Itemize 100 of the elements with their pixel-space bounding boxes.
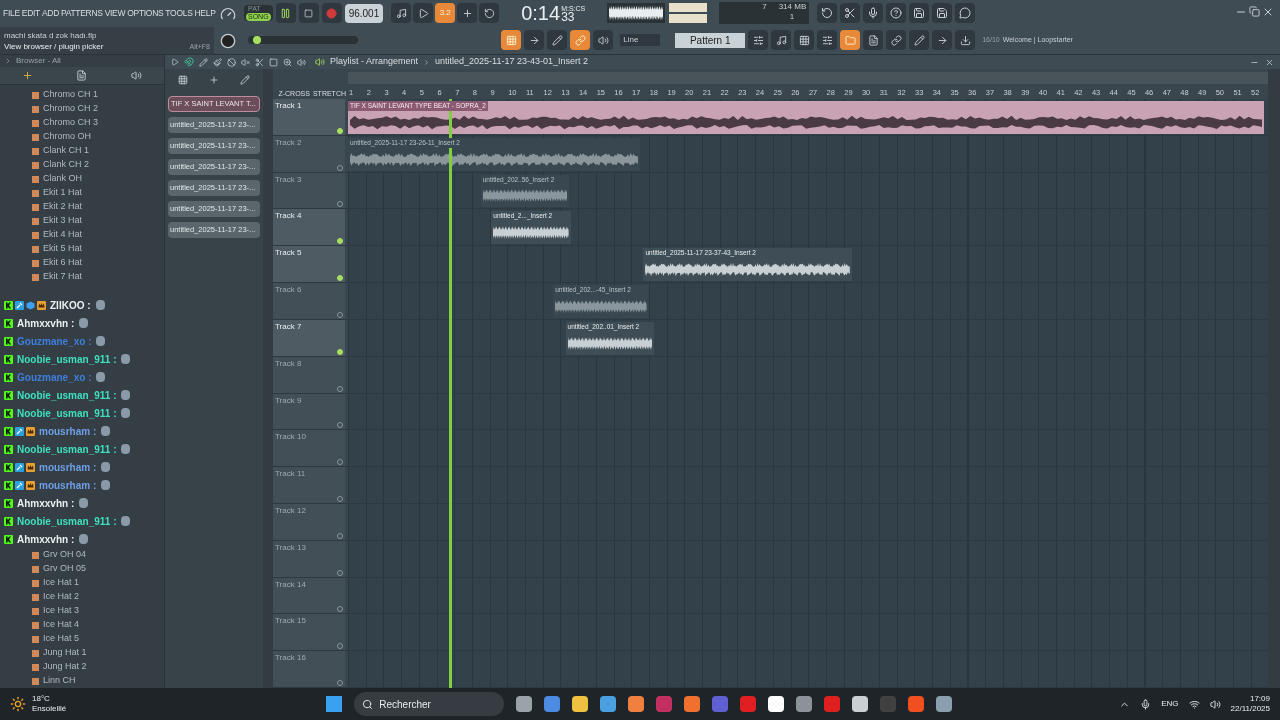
menu-item[interactable]: VIEW: [104, 7, 126, 20]
pitch-slider-thumb[interactable]: [253, 36, 262, 45]
menu-item[interactable]: ADD: [41, 7, 59, 20]
scrollbar[interactable]: [1268, 69, 1280, 688]
help-button[interactable]: [886, 3, 907, 24]
taskbar-app-icon[interactable]: [516, 696, 533, 712]
browser-item[interactable]: Clank CH 1: [43, 144, 89, 158]
browser-item[interactable]: Ice Hat 2: [43, 590, 80, 604]
track-lane[interactable]: [348, 467, 1268, 503]
pause-button[interactable]: [275, 3, 296, 24]
browser-item[interactable]: Chromo OH: [43, 130, 91, 144]
record-audio-button[interactable]: [863, 3, 884, 24]
temperature[interactable]: 18°C: [32, 694, 67, 704]
browser-item[interactable]: Ice Hat 5: [43, 632, 80, 646]
browser-item[interactable]: Chromo CH 1: [43, 88, 98, 102]
zoom-icon[interactable]: [283, 57, 292, 67]
track-lane[interactable]: [348, 540, 1268, 577]
track-header[interactable]: Track 4: [273, 209, 345, 246]
browser-item[interactable]: Ekit 1 Hat: [43, 186, 82, 200]
browser-item[interactable]: Linn CH: [43, 674, 76, 688]
playback-icon[interactable]: [297, 57, 306, 67]
browser-item[interactable]: Grv OH 05: [43, 562, 86, 576]
menu-item[interactable]: FILE: [3, 7, 20, 20]
close-icon[interactable]: [1262, 6, 1274, 18]
track-header[interactable]: Track 11: [273, 467, 345, 503]
track-header[interactable]: Track 9: [273, 393, 345, 430]
snap-select[interactable]: Line: [620, 34, 661, 47]
scrollbar[interactable]: [263, 69, 273, 688]
track-header[interactable]: Track 6: [273, 283, 345, 319]
restore-icon[interactable]: [1249, 6, 1260, 17]
language-indicator[interactable]: ENG: [1161, 698, 1179, 710]
browser-item[interactable]: Clank OH: [43, 172, 82, 186]
record-button[interactable]: [321, 3, 342, 24]
download-button[interactable]: [955, 30, 976, 51]
pointer-button[interactable]: [932, 30, 953, 51]
link-button[interactable]: [570, 30, 591, 51]
taskbar-search-field[interactable]: Rechercher: [354, 692, 505, 716]
browser-item[interactable]: Ice Hat 4: [43, 618, 80, 632]
loop-record-button[interactable]: [479, 3, 500, 24]
pencil-button[interactable]: [547, 30, 568, 51]
track-lane[interactable]: [348, 651, 1268, 687]
file-icon[interactable]: [76, 70, 88, 82]
paint-icon[interactable]: [213, 57, 222, 67]
browser-item[interactable]: Grv OH 04: [43, 548, 86, 562]
touch-button[interactable]: [909, 30, 930, 51]
save-button[interactable]: [909, 3, 930, 24]
track-lane[interactable]: [348, 614, 1268, 651]
piano-roll-button[interactable]: [771, 30, 792, 51]
menu-item[interactable]: HELP: [194, 7, 216, 20]
magnet-icon[interactable]: [184, 57, 194, 67]
slice-icon[interactable]: [255, 57, 264, 67]
browser-item[interactable]: Clank CH 2: [43, 158, 89, 172]
wait-button[interactable]: [413, 3, 434, 24]
track-header[interactable]: Track 1: [273, 99, 345, 135]
browser-item[interactable]: Jung Hat 1: [43, 646, 87, 660]
channel-rack-button[interactable]: [794, 30, 815, 51]
speaker-button[interactable]: [593, 30, 614, 51]
track-header[interactable]: Track 16: [273, 651, 345, 687]
taskbar-app-icon[interactable]: [936, 696, 953, 712]
browser-button[interactable]: [840, 30, 861, 51]
browser-item[interactable]: Ekit 2 Hat: [43, 200, 82, 214]
audio-icon[interactable]: [209, 75, 219, 85]
master-pitch-knob[interactable]: [220, 32, 236, 49]
add-icon[interactable]: [21, 70, 33, 82]
track-lane[interactable]: [348, 503, 1268, 540]
start-icon[interactable]: [326, 696, 343, 712]
track-lane[interactable]: [348, 430, 1268, 467]
undo-button[interactable]: [817, 3, 838, 24]
draw-icon[interactable]: [199, 57, 208, 67]
tempo-display[interactable]: 96.001: [344, 3, 384, 23]
speaker-icon[interactable]: [315, 57, 325, 67]
automation-icon[interactable]: [239, 75, 250, 85]
close-icon[interactable]: [1265, 57, 1274, 67]
track-lane[interactable]: [348, 577, 1268, 614]
expand-icon[interactable]: [4, 57, 12, 66]
piano-button[interactable]: [501, 30, 522, 51]
taskbar-app-icon[interactable]: [572, 696, 589, 712]
weather-text[interactable]: Ensoleillé: [32, 704, 67, 714]
browser-item[interactable]: Ekit 6 Hat: [43, 256, 82, 270]
browser-item[interactable]: Ice Hat 1: [43, 576, 80, 590]
plugin-picker-button[interactable]: [863, 30, 884, 51]
track-header[interactable]: Track 14: [273, 577, 345, 614]
mixer-button[interactable]: [817, 30, 838, 51]
browser-item[interactable]: Ekit 7 Hat: [43, 270, 82, 284]
arrow-button[interactable]: [524, 30, 545, 51]
browser-item[interactable]: Ekit 3 Hat: [43, 214, 82, 228]
cut-button[interactable]: [840, 3, 861, 24]
browser-item[interactable]: Chromo CH 3: [43, 116, 98, 130]
track-header[interactable]: Track 8: [273, 356, 345, 393]
track-lane[interactable]: [348, 356, 1268, 393]
network-icon[interactable]: [1188, 698, 1200, 710]
track-lane[interactable]: [348, 393, 1268, 430]
clock-time[interactable]: 17:09: [1249, 694, 1270, 704]
master-volume-knob[interactable]: [220, 5, 236, 22]
pattern-icon[interactable]: [178, 75, 189, 85]
menu-item[interactable]: PATTERNS: [61, 7, 103, 20]
stop-button[interactable]: [298, 3, 319, 24]
taskbar-app-icon[interactable]: [852, 696, 869, 712]
playlist-button[interactable]: [748, 30, 769, 51]
plug-button[interactable]: [886, 30, 907, 51]
